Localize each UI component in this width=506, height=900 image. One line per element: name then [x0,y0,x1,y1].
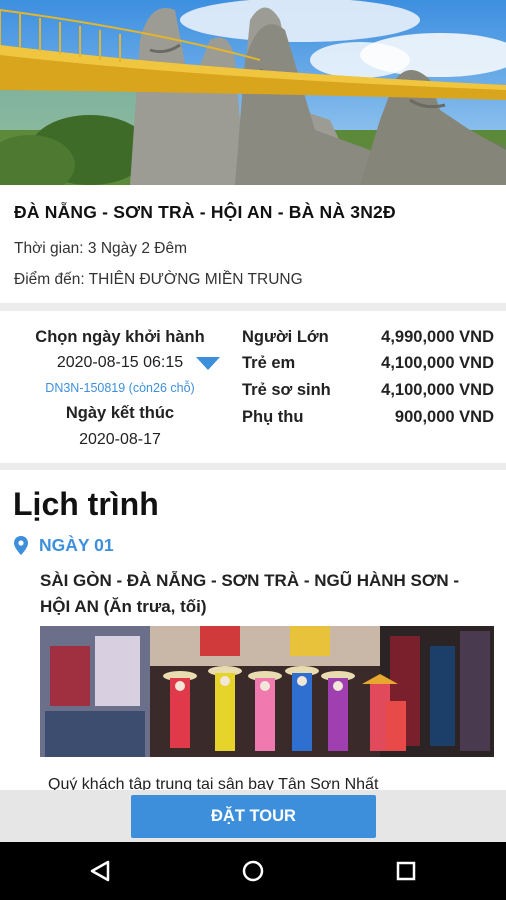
tour-duration: Thời gian: 3 Ngày 2 Đêm [14,240,187,257]
day-paragraph: Quý khách tập trung tại sân bay Tân Sơn … [48,776,379,790]
tour-info-card: ĐÀ NẴNG - SƠN TRÀ - HỘI AN - BÀ NÀ 3N2Đ … [0,185,506,303]
triangle-down-icon[interactable] [196,357,220,370]
price-row: Người Lớn 4,990,000 VND [242,328,494,352]
schedule-title: Lịch trình [13,486,159,522]
bottom-action-bar: ĐẶT TOUR [0,790,506,842]
recents-icon[interactable] [386,851,426,891]
departure-price-card: Chọn ngày khởi hành 2020-08-15 06:15 DN3… [0,311,506,463]
location-pin-icon [14,536,28,555]
book-tour-button[interactable]: ĐẶT TOUR [131,795,376,838]
price-value: 900,000 VND [394,408,494,426]
tour-title: ĐÀ NẴNG - SƠN TRÀ - HỘI AN - BÀ NÀ 3N2Đ [14,202,396,222]
end-date-label: Ngày kết thúc [65,404,175,422]
departure-date-value: 2020-08-15 06:15 [56,354,184,371]
price-value: 4,100,000 VND [381,354,494,372]
day-label: NGÀY 01 [39,535,114,555]
system-nav-bar [0,842,506,900]
hoi-an-figurines-photo [40,626,494,757]
day-description: SÀI GÒN - ĐÀ NẴNG - SƠN TRÀ - NGŨ HÀNH S… [40,571,460,616]
end-date-value: 2020-08-17 [79,431,161,448]
price-value: 4,990,000 VND [381,328,494,346]
schedule-card: Lịch trình NGÀY 01 SÀI GÒN - ĐÀ NẴNG - S… [0,470,506,790]
tour-destination: Điểm đến: THIÊN ĐƯỜNG MIỀN TRUNG [14,271,303,288]
price-label: Phụ thu [242,408,304,426]
back-icon[interactable] [80,851,120,891]
price-label: Trẻ em [242,354,296,372]
hero-image [0,0,506,185]
price-value: 4,100,000 VND [381,381,494,399]
price-label: Trẻ sơ sinh [242,381,331,399]
price-row: Trẻ sơ sinh 4,100,000 VND [242,381,494,405]
price-label: Người Lớn [242,328,329,346]
departure-label: Chọn ngày khởi hành [35,328,205,346]
price-row: Phụ thu 900,000 VND [242,408,494,432]
home-icon[interactable] [233,851,273,891]
departure-code: DN3N-150819 (còn26 chỗ) [45,381,195,395]
price-row: Trẻ em 4,100,000 VND [242,354,494,378]
